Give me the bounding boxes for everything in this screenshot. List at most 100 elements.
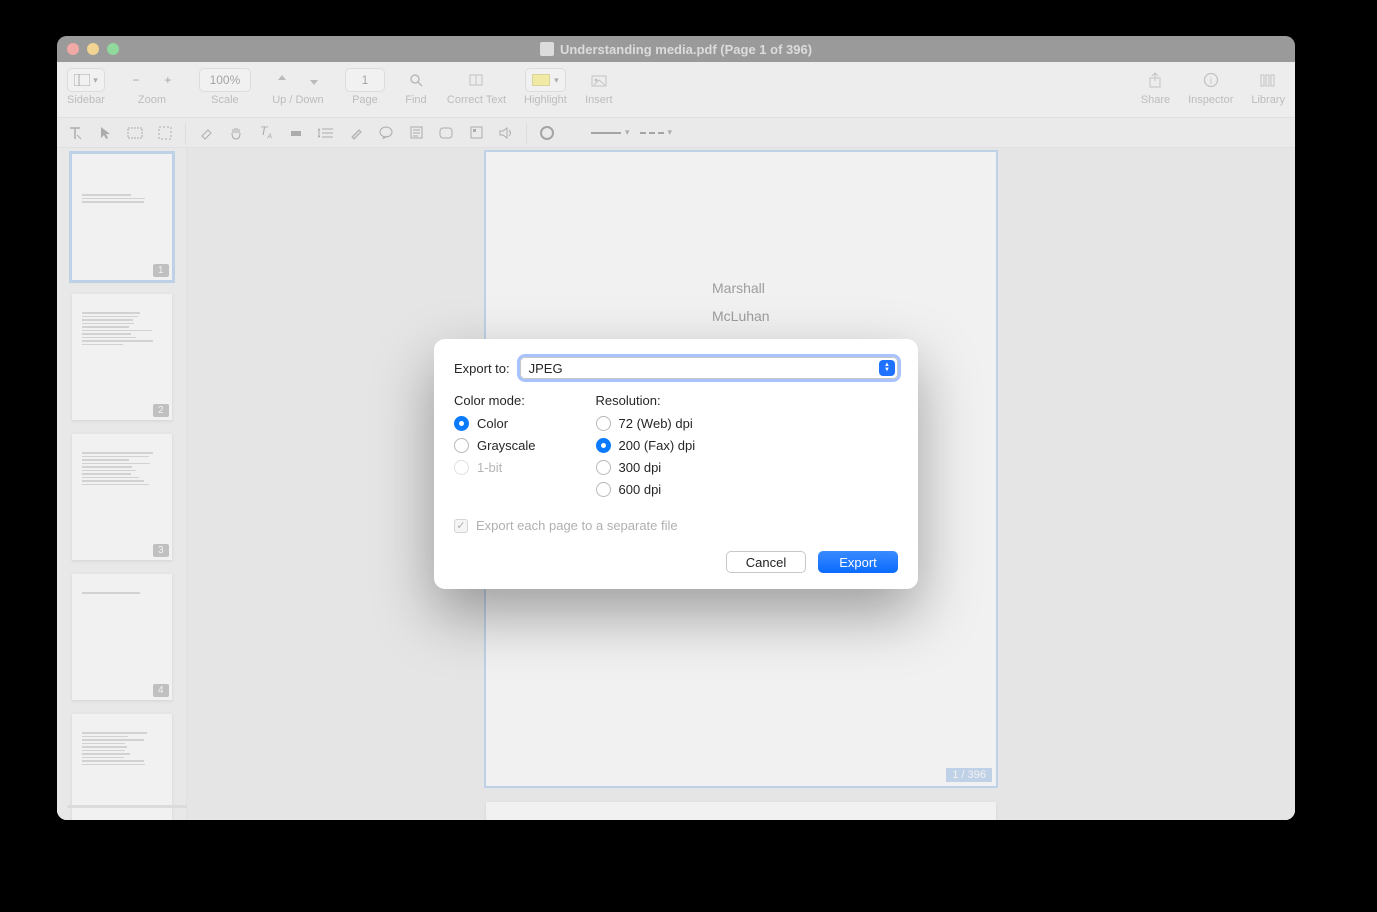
color-mode-option: 1-bit	[454, 460, 536, 475]
form-tool-icon[interactable]	[466, 123, 486, 143]
highlight-label: Highlight	[524, 94, 567, 106]
inspector-label: Inspector	[1188, 94, 1233, 106]
export-format-value: JPEG	[529, 361, 563, 376]
updown-label: Up / Down	[272, 94, 323, 106]
redact-tool-icon[interactable]	[286, 123, 306, 143]
share-button[interactable]	[1142, 68, 1168, 92]
resolution-heading: Resolution:	[596, 393, 696, 408]
combo-stepper-icon: ▲▼	[879, 360, 895, 376]
page-field[interactable]: 1	[345, 68, 385, 92]
titlebar: Understanding media.pdf (Page 1 of 396)	[57, 36, 1295, 62]
resolution-option[interactable]: 72 (Web) dpi	[596, 416, 696, 431]
line-dash-picker[interactable]: ▾	[640, 123, 673, 143]
scale-label: Scale	[211, 94, 239, 106]
export-dialog: Export to: JPEG ▲▼ Color mode: ColorGray…	[434, 339, 918, 589]
radio-icon	[454, 460, 469, 475]
color-mode-option-label: 1-bit	[477, 460, 502, 475]
thumbnail-page-number: 2	[153, 404, 169, 417]
zoom-out-button[interactable]: −	[123, 68, 149, 92]
text-style-tool-icon[interactable]: TA	[256, 123, 276, 143]
page-view-next	[486, 802, 996, 820]
correct-text-button[interactable]	[462, 68, 490, 92]
thumbnail-size-slider[interactable]	[67, 798, 187, 814]
pointer-tool-icon[interactable]	[95, 123, 115, 143]
window-close-button[interactable]	[67, 43, 79, 55]
zoom-in-button[interactable]: +	[155, 68, 181, 92]
main-toolbar: ▾ Sidebar − + Zoom 100% Scale Up / Down …	[57, 62, 1295, 118]
sound-tool-icon[interactable]	[496, 123, 516, 143]
sidebar-toggle-button[interactable]: ▾	[67, 68, 105, 92]
resolution-group: Resolution: 72 (Web) dpi 200 (Fax) dpi 300…	[596, 393, 696, 504]
thumbnail-page-number: 3	[153, 544, 169, 557]
library-label: Library	[1251, 94, 1285, 106]
pdf-file-icon	[540, 42, 554, 56]
annotation-toolbar: TA ▾ ▾	[57, 118, 1295, 148]
page-down-button[interactable]	[301, 68, 327, 92]
page-text: McLuhan	[712, 308, 770, 324]
window-minimize-button[interactable]	[87, 43, 99, 55]
sidebar-label: Sidebar	[67, 94, 105, 106]
color-mode-option-label: Grayscale	[477, 438, 536, 453]
color-mode-option[interactable]: Grayscale	[454, 438, 536, 453]
marker-tool-icon[interactable]	[346, 123, 366, 143]
insert-label: Insert	[585, 94, 613, 106]
thumbnail-page-1[interactable]: 1	[72, 154, 172, 280]
export-separate-label: Export each page to a separate file	[476, 518, 678, 533]
resolution-option-label: 600 dpi	[619, 482, 662, 497]
export-format-combo[interactable]: JPEG ▲▼	[520, 357, 898, 379]
thumbnail-page-4[interactable]: 4	[72, 574, 172, 700]
insert-button[interactable]	[585, 68, 613, 92]
share-label: Share	[1141, 94, 1170, 106]
rect-select-tool-icon[interactable]	[125, 123, 145, 143]
resolution-option-label: 72 (Web) dpi	[619, 416, 693, 431]
cancel-button[interactable]: Cancel	[726, 551, 806, 573]
window-title: Understanding media.pdf (Page 1 of 396)	[560, 42, 812, 57]
stroke-color-icon[interactable]	[537, 123, 557, 143]
text-select-tool-icon[interactable]	[65, 123, 85, 143]
thumbnail-page-number: 1	[153, 264, 169, 277]
color-mode-group: Color mode: ColorGrayscale1-bit	[454, 393, 536, 504]
thumbnail-page-3[interactable]: 3	[72, 434, 172, 560]
color-mode-option[interactable]: Color	[454, 416, 536, 431]
correct-label: Correct Text	[447, 94, 506, 106]
resolution-option[interactable]: 300 dpi	[596, 460, 696, 475]
find-button[interactable]	[403, 68, 429, 92]
export-button[interactable]: Export	[818, 551, 898, 573]
line-style-picker[interactable]: ▾	[591, 123, 630, 143]
export-separate-checkbox: ✓	[454, 519, 468, 533]
hand-tool-icon[interactable]	[226, 123, 246, 143]
thumbnail-page-2[interactable]: 2	[72, 294, 172, 420]
export-to-label: Export to:	[454, 361, 510, 376]
resolution-option[interactable]: 600 dpi	[596, 482, 696, 497]
resolution-option[interactable]: 200 (Fax) dpi	[596, 438, 696, 453]
radio-icon	[454, 438, 469, 453]
page-text: Marshall	[712, 280, 765, 296]
thumbnail-sidebar[interactable]: 12345	[57, 148, 187, 820]
find-label: Find	[405, 94, 426, 106]
crop-tool-icon[interactable]	[155, 123, 175, 143]
resolution-option-label: 200 (Fax) dpi	[619, 438, 696, 453]
radio-icon	[454, 416, 469, 431]
zoom-label: Zoom	[138, 94, 166, 106]
eraser-tool-icon[interactable]	[196, 123, 216, 143]
linespace-tool-icon[interactable]	[316, 123, 336, 143]
inspector-button[interactable]: i	[1197, 68, 1225, 92]
comment-tool-icon[interactable]	[376, 123, 396, 143]
thumbnail-page-number: 4	[153, 684, 169, 697]
radio-icon	[596, 416, 611, 431]
note-tool-icon[interactable]	[406, 123, 426, 143]
window-zoom-button[interactable]	[107, 43, 119, 55]
svg-text:i: i	[1210, 76, 1212, 87]
page-label: Page	[352, 94, 378, 106]
highlight-button[interactable]: ▾	[525, 68, 566, 92]
scale-field[interactable]: 100%	[199, 68, 251, 92]
color-mode-option-label: Color	[477, 416, 508, 431]
stamp-tool-icon[interactable]	[436, 123, 456, 143]
resolution-option-label: 300 dpi	[619, 460, 662, 475]
radio-icon	[596, 482, 611, 497]
app-window: Understanding media.pdf (Page 1 of 396) …	[57, 36, 1295, 820]
page-up-button[interactable]	[269, 68, 295, 92]
radio-icon	[596, 438, 611, 453]
library-button[interactable]	[1254, 68, 1282, 92]
page-counter-badge: 1 / 396	[946, 768, 992, 782]
